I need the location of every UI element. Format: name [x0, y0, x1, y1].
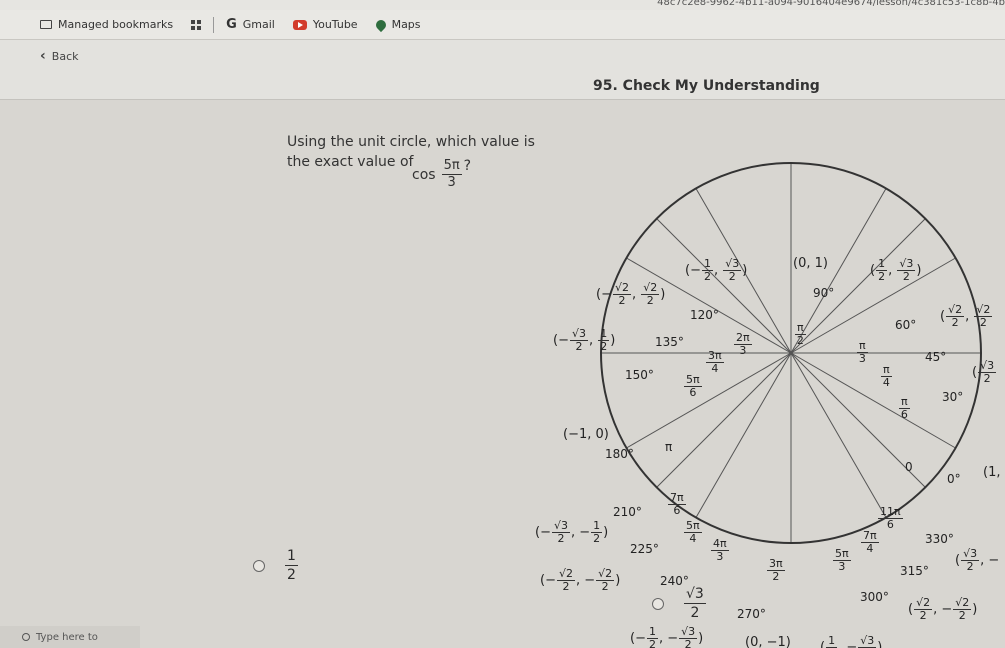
coord-90: (0, 1) [793, 256, 828, 271]
option-fraction: √3 2 [684, 586, 706, 621]
taskbar-search[interactable]: Type here to [0, 626, 140, 648]
coord-60: (1 2, √3 2) [870, 257, 922, 283]
radius-line-45 [790, 218, 926, 354]
bookmark-label: Gmail [242, 18, 275, 31]
youtube-icon [292, 19, 307, 30]
coord-210: (− √3 2, −1 2) [535, 519, 609, 545]
google-g-icon: G [226, 17, 237, 32]
radius-line-240 [695, 352, 792, 518]
radian-5pi-3: 5π 3 [833, 547, 851, 573]
bookmarks-bar: Managed bookmarks G Gmail YouTube Maps [0, 10, 1005, 40]
search-icon [22, 633, 30, 641]
cos-label: cos [412, 166, 436, 183]
bookmark-label: Maps [391, 18, 421, 31]
radian-11pi-6: 11π 6 [878, 505, 903, 531]
angle-330-deg: 330° [925, 532, 954, 546]
address-bar-url[interactable]: 48c7c2e8-9962-4b11-a094-9016404e9674/les… [0, 0, 1005, 10]
search-placeholder: Type here to [36, 631, 98, 643]
bookmark-label: Managed bookmarks [58, 18, 174, 31]
coord-30: (√3 2 [972, 359, 997, 385]
back-label: Back [51, 49, 79, 63]
url-text: 48c7c2e8-9962-4b11-a094-9016404e9674/les… [657, 0, 1005, 8]
angle-30-deg: 30° [942, 390, 964, 404]
angle-90-deg: 90° [813, 286, 835, 300]
angle-0-deg: 0° [947, 472, 961, 486]
angle-300-deg: 300° [860, 590, 889, 604]
radio-button[interactable] [253, 559, 265, 572]
folder-icon [40, 20, 52, 29]
answer-option-1[interactable]: 1 2 [253, 547, 298, 584]
coord-120: (−1 2, √3 2) [685, 257, 748, 283]
question-line-2: the exact value of [287, 154, 414, 170]
option-fraction: 1 2 [285, 548, 298, 583]
bookmark-apps[interactable] [191, 19, 202, 30]
coord-330: (√3 2, − [955, 547, 1000, 573]
bookmark-youtube[interactable]: YouTube [292, 18, 358, 31]
angle-210-deg: 210° [613, 505, 642, 519]
radian-4pi-3: 4π 3 [711, 537, 729, 563]
question-line-1: Using the unit circle, which value is [287, 134, 535, 150]
bookmark-separator [213, 16, 215, 33]
radian-pi-3: π3 [857, 339, 868, 365]
angle-150-deg: 150° [625, 368, 654, 382]
radian-7pi-6: 7π 6 [668, 491, 686, 517]
coord-150: (− √3 2, 1 2) [553, 327, 616, 353]
page-title: 95. Check My Understanding [593, 78, 820, 94]
angle-315-deg: 315° [900, 564, 929, 578]
coord-45: (√2 2, √2 2 [940, 303, 993, 329]
radius-line-135 [656, 218, 792, 354]
radian-pi-4: π4 [881, 363, 892, 389]
coord-240: (−1 2, − √3 2) [630, 625, 704, 648]
back-button[interactable]: ‹ Back [40, 48, 79, 64]
lesson-header: ‹ Back 95. Check My Understanding [0, 40, 1005, 100]
radian-3pi-2: 3π 2 [767, 557, 785, 583]
radian-5pi-6: 5π 6 [684, 373, 702, 399]
angle-135-deg: 135° [655, 335, 684, 349]
angle-60-deg: 60° [895, 318, 917, 332]
question-text: Using the unit circle, which value is th… [287, 132, 535, 172]
answer-option-2[interactable]: √3 2 [652, 585, 706, 622]
coord-270: (0, −1) [745, 635, 791, 648]
radian-pi: π [665, 440, 673, 454]
coord-135: (− √2 2, √2 2) [596, 281, 666, 307]
question-expression: cos 5π 3 ? [412, 157, 472, 191]
coord-0: (1, ( [983, 465, 1005, 480]
radius-line-300 [790, 352, 887, 518]
coord-225: (− √2 2, − √2 2) [540, 567, 621, 593]
maps-pin-icon [373, 17, 388, 32]
coord-180: (−1, 0) [563, 427, 609, 442]
bookmark-managed[interactable]: Managed bookmarks [40, 18, 173, 31]
angle-45-deg: 45° [925, 350, 947, 364]
bookmark-maps[interactable]: Maps [373, 17, 421, 32]
radian-0: 0 [905, 460, 913, 474]
radio-button[interactable] [652, 597, 664, 610]
radian-pi-2: π2 [795, 321, 806, 347]
apps-grid-icon [191, 19, 202, 30]
radius-line-330 [790, 352, 956, 449]
angle-fraction: 5π 3 [441, 158, 462, 190]
unit-circle-radii [601, 163, 981, 543]
lesson-content: Using the unit circle, which value is th… [0, 100, 1005, 648]
angle-120-deg: 120° [690, 308, 719, 322]
bookmark-label: YouTube [312, 18, 358, 31]
bookmark-gmail[interactable]: G Gmail [226, 17, 275, 32]
angle-270-deg: 270° [737, 607, 766, 621]
angle-180-deg: 180° [605, 447, 634, 461]
chevron-left-icon: ‹ [40, 48, 46, 64]
coord-300: (12, −√32) [820, 634, 883, 648]
radian-7pi-4: 7π 4 [861, 529, 879, 555]
angle-225-deg: 225° [630, 542, 659, 556]
radian-5pi-4: 5π 4 [684, 519, 702, 545]
radian-3pi-4: 3π 4 [706, 349, 724, 375]
coord-315: (√2 2, − √2 2) [908, 596, 978, 622]
radian-pi-6: π6 [899, 395, 910, 421]
radian-2pi-3: 2π 3 [734, 331, 752, 357]
